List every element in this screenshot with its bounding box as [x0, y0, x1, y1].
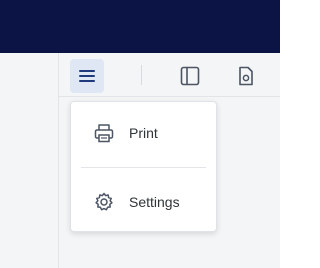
printer-icon: [93, 122, 115, 144]
toggle-sidebar-button[interactable]: [173, 59, 207, 93]
left-panel: [0, 53, 59, 268]
main-menu-dropdown: Print Settings: [70, 101, 217, 232]
menu-item-print[interactable]: Print: [71, 113, 216, 153]
menu-item-label: Print: [129, 125, 158, 141]
sidebar-panel-icon: [180, 66, 200, 86]
menu-divider: [81, 167, 206, 168]
gear-icon: [93, 191, 115, 213]
toolbar-divider: [141, 65, 142, 85]
hamburger-menu-icon: [79, 70, 95, 82]
toolbar: [59, 53, 280, 97]
document-button[interactable]: [229, 59, 263, 93]
top-bar: [0, 0, 280, 53]
menu-item-settings[interactable]: Settings: [71, 182, 216, 222]
menu-item-label: Settings: [129, 194, 180, 210]
menu-button[interactable]: [70, 59, 104, 93]
document-view-icon: [239, 66, 253, 86]
